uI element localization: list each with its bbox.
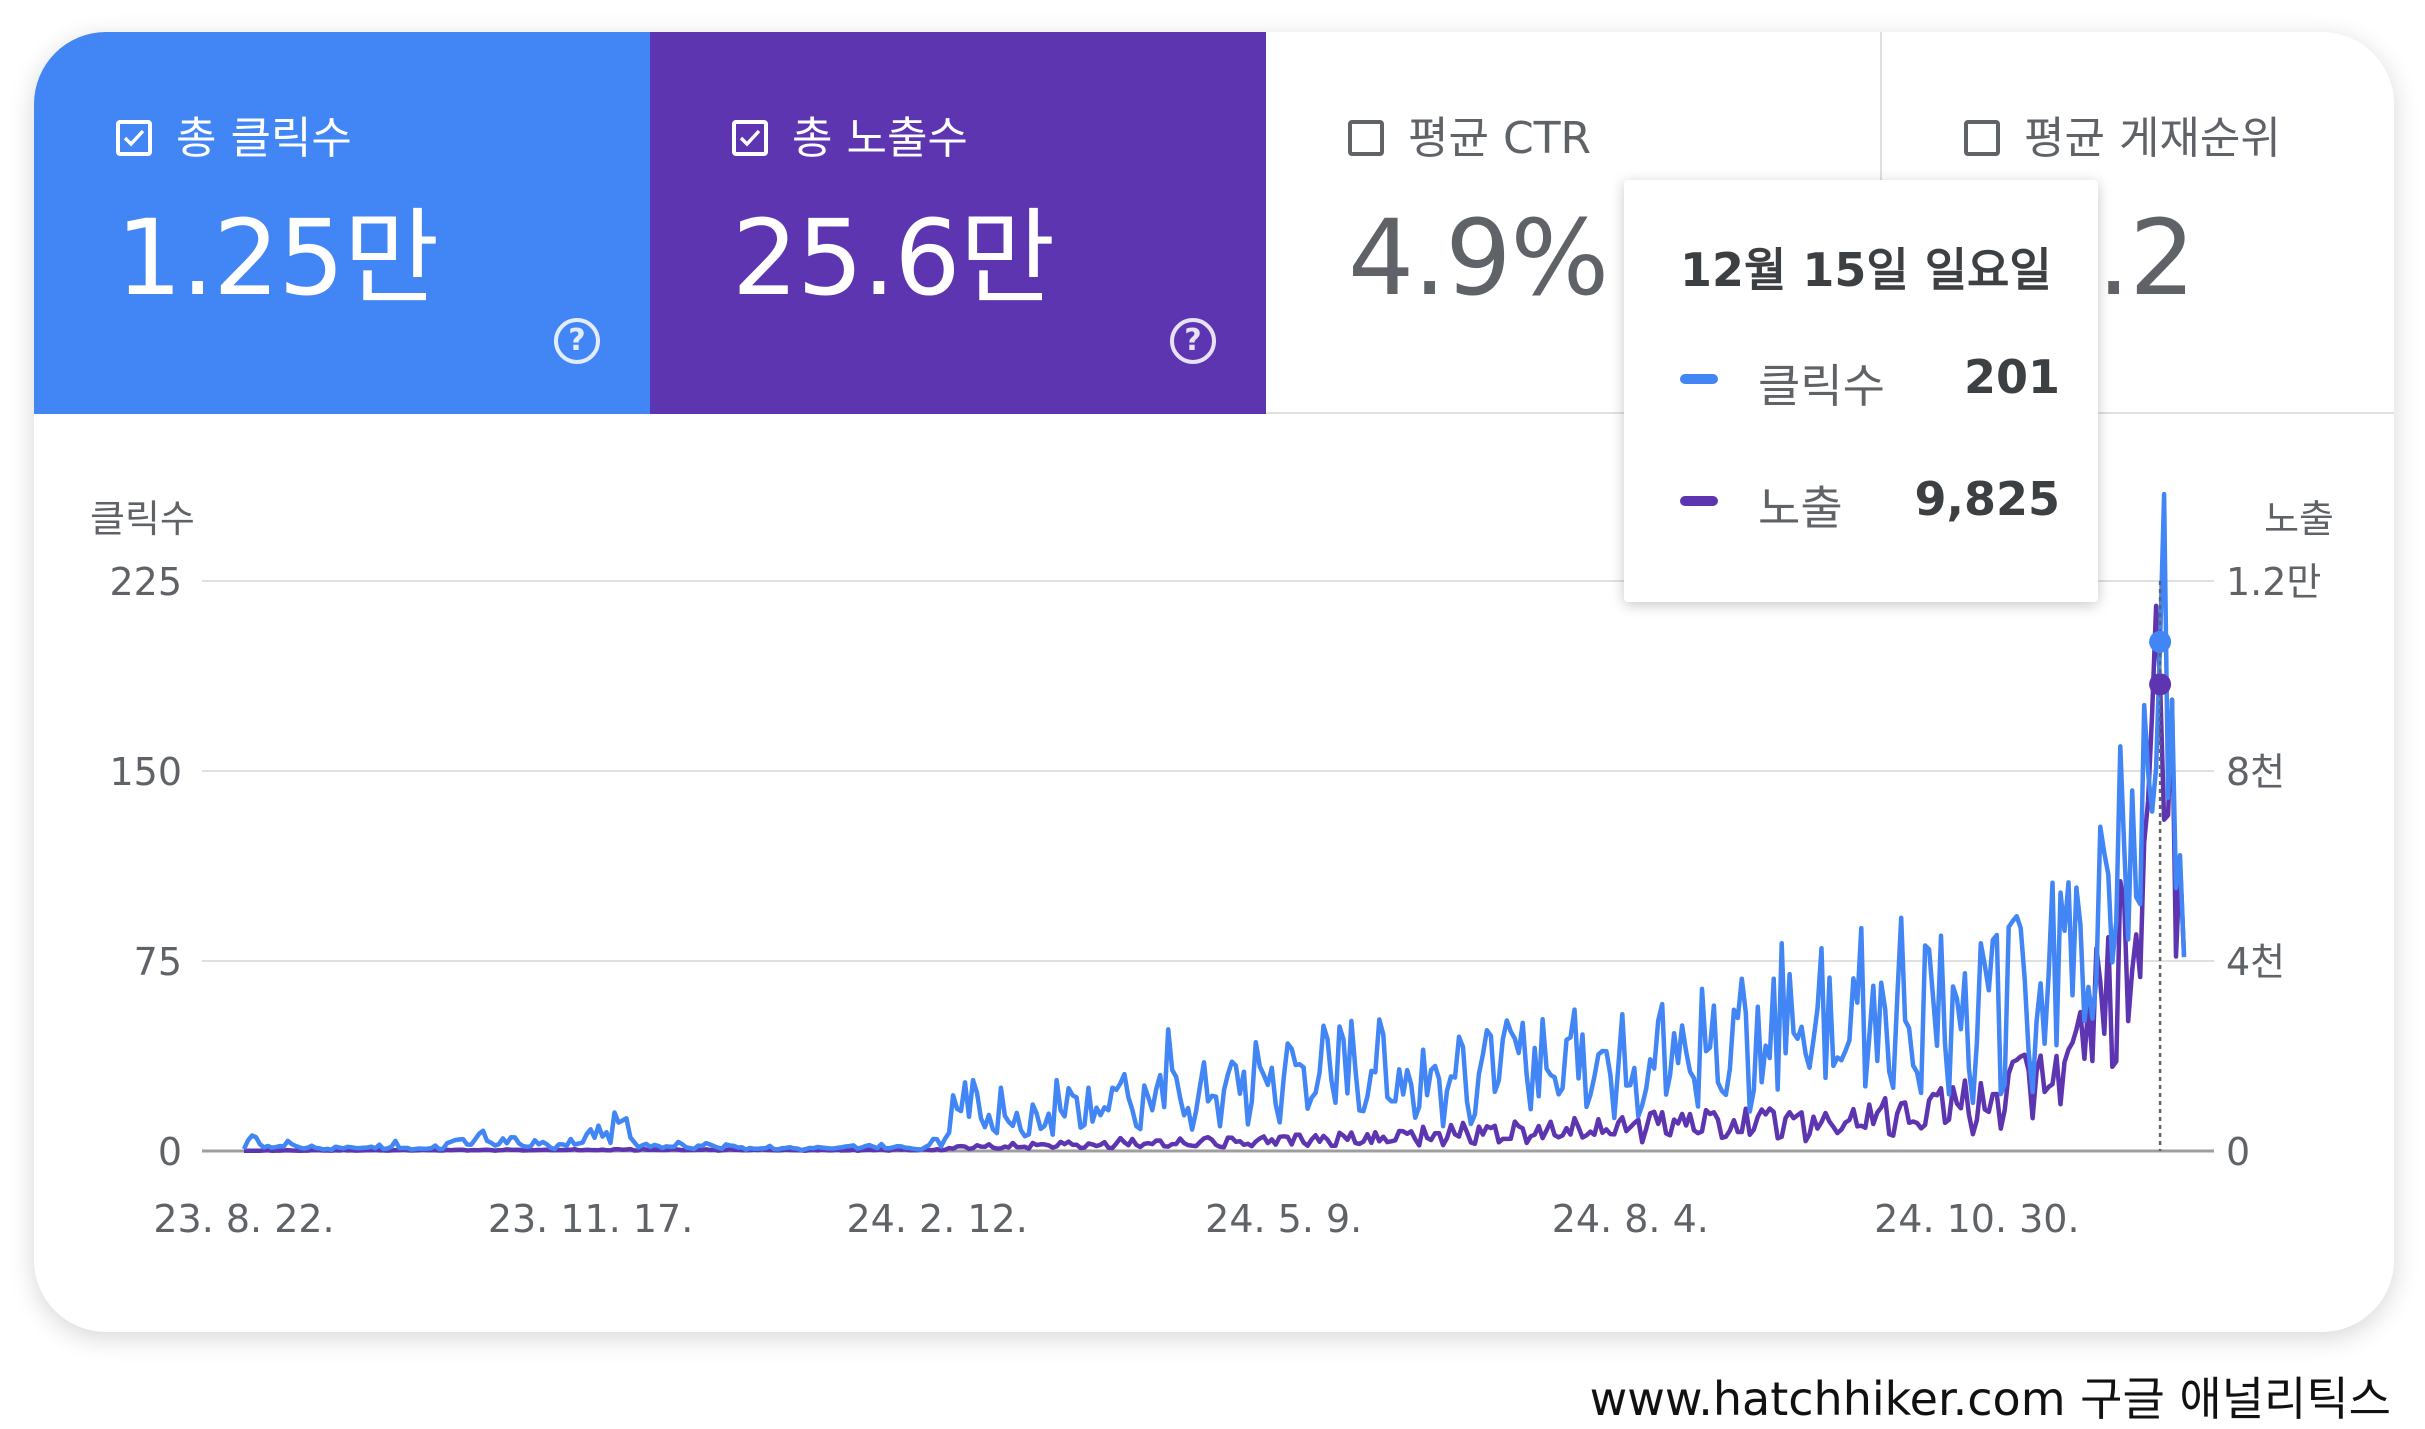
left-tick-label: 225: [109, 560, 182, 604]
tooltip-row-label: 클릭수: [1758, 359, 1885, 413]
x-tick-label: 24. 2. 12.: [847, 1197, 1028, 1241]
right-tick-label: 8천: [2226, 750, 2285, 794]
tooltip-swatch-impressions: [1680, 496, 1718, 506]
tooltip-row-clicks: 클릭수 201: [1680, 350, 2060, 413]
chart-tick-labels: 0 75 150 225 0 4천 8천 1.2만 클릭수 노출 23. 8. 22. 23. 11.…: [90, 497, 2334, 1241]
tooltip-date: 12월 15일 일요일: [1680, 243, 2052, 297]
tooltip-row-label: 노출: [1758, 481, 1843, 535]
left-tick-label: 150: [109, 750, 182, 794]
left-axis-title: 클릭수: [90, 497, 195, 541]
highlight-point-clicks: [2149, 630, 2172, 653]
right-tick-label: 1.2만: [2226, 560, 2321, 604]
tooltip-swatch-clicks: [1680, 374, 1718, 384]
x-tick-label: 23. 8. 22.: [153, 1197, 334, 1241]
search-performance-card: 총 클릭수 1.25만 ? 총 노출수 25.6만 ? 평균 CTR 4.9% …: [34, 32, 2394, 1332]
x-tick-label: 23. 11. 17.: [488, 1197, 693, 1241]
highlight-point-impressions: [2149, 673, 2172, 696]
chart-tooltip: 12월 15일 일요일 클릭수 201 노출 9,825: [1624, 180, 2098, 602]
right-axis-title: 노출: [2264, 497, 2334, 541]
x-tick-label: 24. 8. 4.: [1552, 1197, 1709, 1241]
right-tick-label: 4천: [2226, 940, 2285, 984]
left-tick-label: 75: [134, 940, 182, 984]
x-tick-label: 24. 5. 9.: [1205, 1197, 1362, 1241]
tooltip-row-value: 201: [1963, 350, 2060, 404]
x-tick-label: 24. 10. 30.: [1874, 1197, 2079, 1241]
tooltip-row-impressions: 노출 9,825: [1680, 472, 2060, 535]
left-tick-label: 0: [158, 1130, 182, 1174]
source-caption: www.hatchhiker.com 구글 애널리틱스: [1589, 1372, 2391, 1426]
tooltip-row-value: 9,825: [1914, 472, 2060, 526]
right-tick-label: 0: [2226, 1130, 2250, 1174]
